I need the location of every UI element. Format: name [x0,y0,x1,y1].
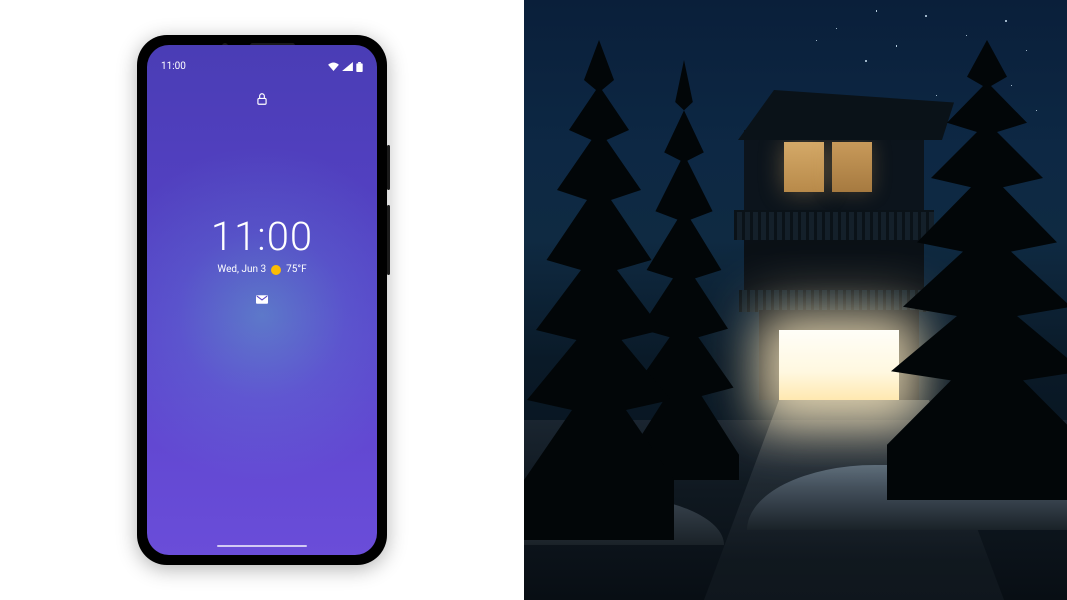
left-panel: 11:00 11:0 [0,0,524,600]
lock-screen-info: 11:00 Wed, Jun 3 75°F [147,213,377,308]
lit-window-right [832,142,872,192]
notification-mail-icon[interactable] [256,289,268,308]
lit-window-left [784,142,824,192]
lock-clock: 11:00 [211,213,313,260]
status-bar: 11:00 [147,61,377,72]
pine-tree-left [524,40,674,540]
phone-lock-screen[interactable]: 11:00 11:0 [147,45,377,555]
house-lower-railing [739,290,929,312]
power-button [387,145,390,190]
volume-buttons [387,205,390,275]
house-roof [714,90,954,140]
lock-date: Wed, Jun 3 [217,264,266,275]
status-indicators [328,62,363,72]
status-time: 11:00 [161,61,186,72]
night-house-image [524,0,1067,600]
cellular-signal-icon [342,62,353,71]
sun-icon [271,265,281,275]
lock-temperature: 75°F [286,264,307,275]
lock-indicator [147,91,377,110]
phone-device-frame: 11:00 11:0 [137,35,387,565]
home-indicator[interactable] [217,545,307,547]
wallpaper-glow [147,145,377,485]
date-weather-row: Wed, Jun 3 75°F [217,264,306,275]
wifi-icon [328,62,339,71]
battery-icon [356,62,363,72]
garage-door-lit [779,330,899,400]
house-balcony-railing [734,210,934,240]
house [724,90,944,400]
lock-icon [255,91,269,110]
pine-tree-middle [629,60,739,480]
